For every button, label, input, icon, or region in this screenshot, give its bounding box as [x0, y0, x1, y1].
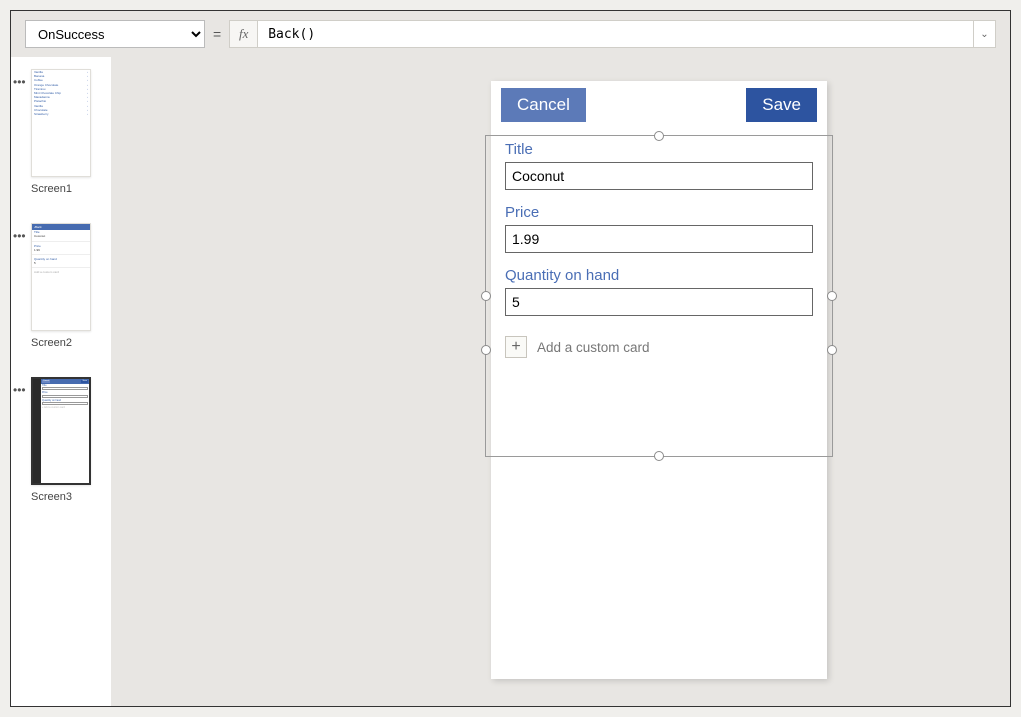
canvas[interactable]: Cancel Save Title Price Quantity on hand… — [111, 57, 1010, 706]
thumbnail-label: Screen3 — [31, 491, 111, 503]
more-icon[interactable]: ••• — [13, 383, 26, 397]
add-custom-card[interactable]: + Add a custom card — [491, 330, 827, 364]
screen-thumbnail[interactable]: ••• CancelSave Title Price Quantity on h… — [11, 377, 111, 503]
plus-icon[interactable]: + — [505, 336, 527, 358]
price-input[interactable] — [505, 225, 813, 253]
thumbnail-label: Screen2 — [31, 337, 111, 349]
field-label-quantity: Quantity on hand — [505, 267, 813, 284]
resize-handle[interactable] — [481, 345, 491, 355]
formula-bar: OnSuccess = fx ⌄ — [25, 19, 996, 49]
resize-handle[interactable] — [481, 291, 491, 301]
add-custom-card-label: Add a custom card — [537, 340, 650, 355]
app-preview: Cancel Save Title Price Quantity on hand… — [491, 81, 827, 679]
property-selector[interactable]: OnSuccess — [25, 20, 205, 48]
screens-panel: ••• Vanilla› Banana› Coffee› Orange Choc… — [11, 57, 111, 706]
title-input[interactable] — [505, 162, 813, 190]
resize-handle[interactable] — [827, 291, 837, 301]
chevron-down-icon[interactable]: ⌄ — [974, 20, 996, 48]
field-label-title: Title — [505, 141, 813, 158]
fx-icon: fx — [229, 20, 257, 48]
cancel-button[interactable]: Cancel — [501, 88, 586, 122]
screen-thumbnail[interactable]: ••• Vanilla› Banana› Coffee› Orange Choc… — [11, 69, 111, 195]
form-header: Cancel Save — [491, 81, 827, 129]
quantity-input[interactable] — [505, 288, 813, 316]
more-icon[interactable]: ••• — [13, 75, 26, 89]
save-button[interactable]: Save — [746, 88, 817, 122]
thumbnail-preview-screen2[interactable]: ‹ Back Title Coconut Price 1.99 Quantity… — [31, 223, 91, 331]
equals-sign: = — [213, 26, 221, 42]
edit-form[interactable]: Title Price Quantity on hand — [491, 129, 827, 330]
field-label-price: Price — [505, 204, 813, 221]
thumbnail-preview-screen1[interactable]: Vanilla› Banana› Coffee› Orange Chocolat… — [31, 69, 91, 177]
more-icon[interactable]: ••• — [13, 229, 26, 243]
screen-thumbnail[interactable]: ••• ‹ Back Title Coconut Price 1.99 Quan… — [11, 223, 111, 349]
formula-input[interactable] — [257, 20, 974, 48]
resize-handle[interactable] — [827, 345, 837, 355]
thumbnail-label: Screen1 — [31, 183, 111, 195]
thumbnail-preview-screen3[interactable]: CancelSave Title Price Quantity on hand … — [31, 377, 91, 485]
